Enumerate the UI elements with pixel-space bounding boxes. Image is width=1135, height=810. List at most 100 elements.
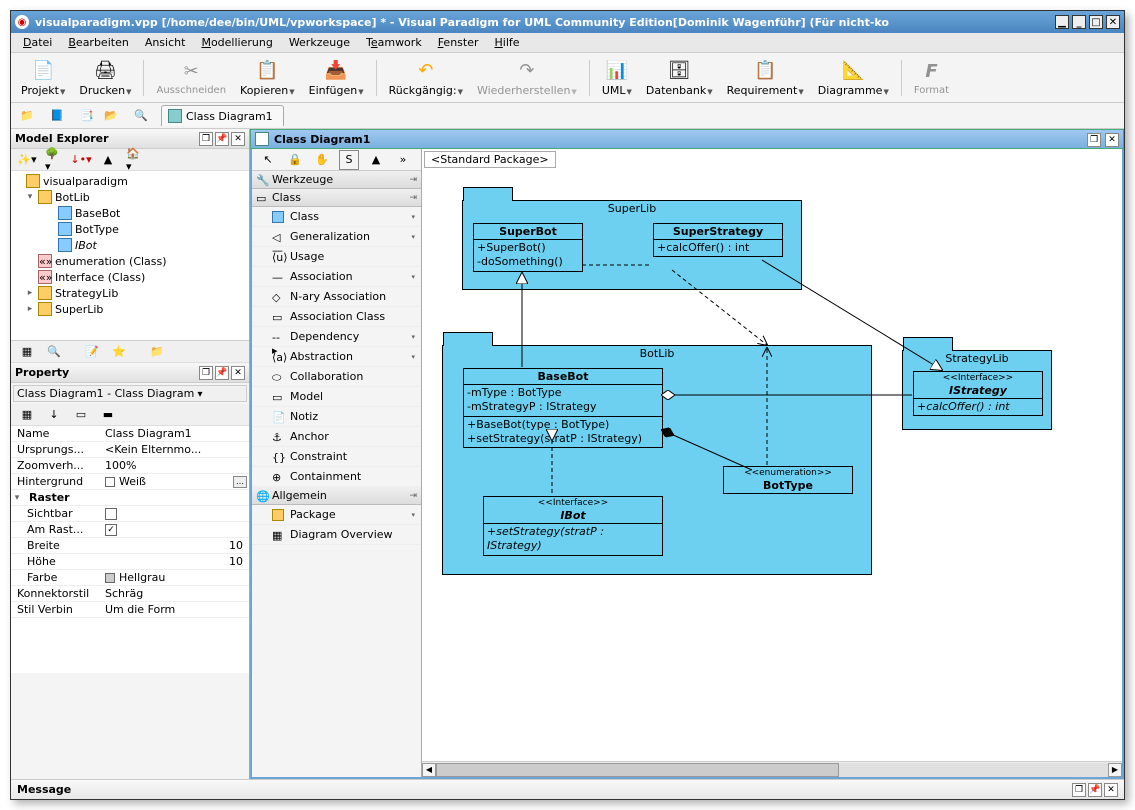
minimize-button[interactable]: _ [1072, 15, 1086, 29]
st-folder-icon[interactable]: 📂 [101, 106, 121, 126]
view-icon-5[interactable]: 📁 [147, 342, 167, 362]
menu-modellierung[interactable]: Modellierung [193, 34, 280, 51]
tree-strategylib[interactable]: ▸StrategyLib [11, 285, 249, 301]
st-search-icon[interactable]: 🔍 [131, 106, 151, 126]
tool-drucken[interactable]: 🖨Drucken▼ [73, 57, 137, 99]
tool-kopieren[interactable]: 📋Kopieren▼ [234, 57, 301, 99]
menu-hilfe[interactable]: Hilfe [487, 34, 528, 51]
tb-werkzeuge[interactable]: 🔧Werkzeuge⇥ [252, 171, 421, 189]
prop-zoom[interactable]: Zoomverh...100% [11, 458, 249, 474]
view-icon-2[interactable]: 🔍 [44, 342, 64, 362]
menu-teamwork[interactable]: Teamwork [358, 34, 430, 51]
tb-notiz[interactable]: 📄Notiz [252, 407, 421, 427]
iconify-button[interactable]: ▁ [1055, 15, 1069, 29]
close-button[interactable]: ✕ [1106, 15, 1120, 29]
diagram-tab[interactable]: Class Diagram1 [161, 105, 284, 126]
cls-bottype[interactable]: <<enumeration>> BotType [723, 466, 853, 494]
explorer-sort-icon[interactable]: ↓•▾ [71, 150, 91, 170]
s-button[interactable]: S [339, 150, 359, 170]
tb-allgemein[interactable]: 🌐Allgemein⇥ [252, 487, 421, 505]
prop-hintergrund[interactable]: HintergrundWeiß… [11, 474, 249, 490]
tool-datenbank[interactable]: 🗄Datenbank▼ [640, 57, 719, 99]
tree-botlib[interactable]: ▾BotLib [11, 189, 249, 205]
st-copy-icon[interactable]: 📑 [77, 106, 97, 126]
cls-istrategy[interactable]: <<Interface>> IStrategy +calcOffer() : i… [913, 371, 1043, 416]
explorer-home-icon[interactable]: 🏠▾ [125, 150, 145, 170]
tree-bottype[interactable]: BotType [11, 221, 249, 237]
menu-fenster[interactable]: Fenster [430, 34, 487, 51]
tree-root[interactable]: visualparadigm [11, 173, 249, 189]
tool-diagramme[interactable]: 📐Diagramme▼ [812, 57, 895, 99]
property-pin-icon[interactable]: 📌 [215, 366, 229, 380]
tree-superlib[interactable]: ▸SuperLib [11, 301, 249, 317]
tb-package[interactable]: Package▾ [252, 505, 421, 525]
hand-icon[interactable]: ✋ [312, 150, 332, 170]
tb-containment[interactable]: ⊕Containment [252, 467, 421, 487]
cls-superbot[interactable]: SuperBot +SuperBot()-doSomething() [473, 223, 583, 272]
st-book-icon[interactable]: 📘 [47, 106, 67, 126]
tb-association[interactable]: —Association▾ [252, 267, 421, 287]
cls-ibot[interactable]: <<Interface>> IBot +setStrategy(stratP :… [483, 496, 663, 556]
diagram-max-icon[interactable]: ❐ [1087, 133, 1101, 147]
tb-constraint[interactable]: {}Constraint [252, 447, 421, 467]
property-restore-icon[interactable]: ❐ [199, 366, 213, 380]
cls-superstrategy[interactable]: SuperStrategy +calcOffer() : int [653, 223, 783, 257]
tree-enum[interactable]: «»enumeration (Class) [11, 253, 249, 269]
prop-tb-2[interactable]: ↓ [44, 405, 64, 425]
tree-basebot[interactable]: BaseBot [11, 205, 249, 221]
pkg-strategylib[interactable]: StrategyLib <<Interface>> IStrategy +cal… [902, 350, 1052, 430]
view-icon-4[interactable]: ⭐ [109, 342, 129, 362]
tb-collaboration[interactable]: ⬭Collaboration [252, 367, 421, 387]
tb-abstraction[interactable]: ⟨a⟩Abstraction▾ [252, 347, 421, 367]
msg-restore-icon[interactable]: ❐ [1072, 783, 1086, 797]
explorer-pin-icon[interactable]: 📌 [215, 132, 229, 146]
cls-basebot[interactable]: BaseBot -mType : BotType-mStrategyP : IS… [463, 368, 663, 448]
explorer-tree-icon[interactable]: 🌳▾ [44, 150, 64, 170]
scroll-left-icon[interactable]: ◀ [422, 763, 436, 777]
prop-breite[interactable]: Breite10 [11, 538, 249, 554]
view-icon-3[interactable]: 📝 [82, 342, 102, 362]
tb-generalization[interactable]: ◁—Generalization▾ [252, 227, 421, 247]
property-selector[interactable]: Class Diagram1 - Class Diagram ▾ [13, 385, 247, 402]
tb-overview[interactable]: ▦Diagram Overview [252, 525, 421, 545]
menu-ansicht[interactable]: Ansicht [137, 34, 194, 51]
tool-rueckgaengig[interactable]: ↶Rückgängig:▼ [383, 57, 469, 99]
triangle-icon[interactable]: ▲ [366, 150, 386, 170]
tool-einfuegen[interactable]: 📥Einfügen▼ [303, 57, 370, 99]
tb-dependency[interactable]: --▸Dependency▾ [252, 327, 421, 347]
prop-stil[interactable]: Stil VerbinUm die Form [11, 602, 249, 618]
st-new-icon[interactable]: 📁 [17, 106, 37, 126]
prop-ursprung[interactable]: Ursprungs...<Kein Elternmo... [11, 442, 249, 458]
tb-assocclass[interactable]: ▭Association Class [252, 307, 421, 327]
tb-nary[interactable]: ◇N-ary Association [252, 287, 421, 307]
prop-raster[interactable]: ▾Raster [11, 490, 249, 506]
canvas[interactable]: SuperLib SuperBot +SuperBot()-doSomethin… [422, 170, 1122, 761]
view-icon-1[interactable]: ▦ [17, 342, 37, 362]
lock-icon[interactable]: 🔒 [285, 150, 305, 170]
tb-usage[interactable]: ⟨u⟩Usage [252, 247, 421, 267]
menu-datei[interactable]: Datei [15, 34, 60, 51]
explorer-restore-icon[interactable]: ❐ [199, 132, 213, 146]
sichtbar-checkbox[interactable] [105, 508, 117, 520]
maximize-button[interactable]: □ [1089, 15, 1103, 29]
diagram-close-icon[interactable]: ✕ [1105, 133, 1119, 147]
tb-class-hdr[interactable]: ▭Class⇥ [252, 189, 421, 207]
tree-interface[interactable]: «»Interface (Class) [11, 269, 249, 285]
menu-werkzeuge[interactable]: Werkzeuge [281, 34, 358, 51]
tb-class[interactable]: Class▾ [252, 207, 421, 227]
explorer-up-icon[interactable]: ▲ [98, 150, 118, 170]
pkg-botlib[interactable]: BotLib BaseBot -mType : BotType-mStrateg… [442, 345, 872, 575]
cursor-icon[interactable]: ↖ [258, 150, 278, 170]
tree-ibot[interactable]: IBot [11, 237, 249, 253]
explorer-new-icon[interactable]: ✨▾ [17, 150, 37, 170]
tool-projekt[interactable]: 📄Projekt▼ [15, 57, 71, 99]
prop-hoehe[interactable]: Höhe10 [11, 554, 249, 570]
tool-uml[interactable]: 📊UML▼ [596, 57, 638, 99]
property-close-icon[interactable]: ✕ [231, 366, 245, 380]
scroll-right-icon[interactable]: ▶ [1108, 763, 1122, 777]
h-scrollbar[interactable]: ◀ ▶ [422, 761, 1122, 777]
prop-tb-4[interactable]: ▬ [98, 405, 118, 425]
prop-tb-3[interactable]: ▭ [71, 405, 91, 425]
prop-amrast[interactable]: Am Rast...✓ [11, 522, 249, 538]
menu-bearbeiten[interactable]: Bearbeiten [60, 34, 136, 51]
